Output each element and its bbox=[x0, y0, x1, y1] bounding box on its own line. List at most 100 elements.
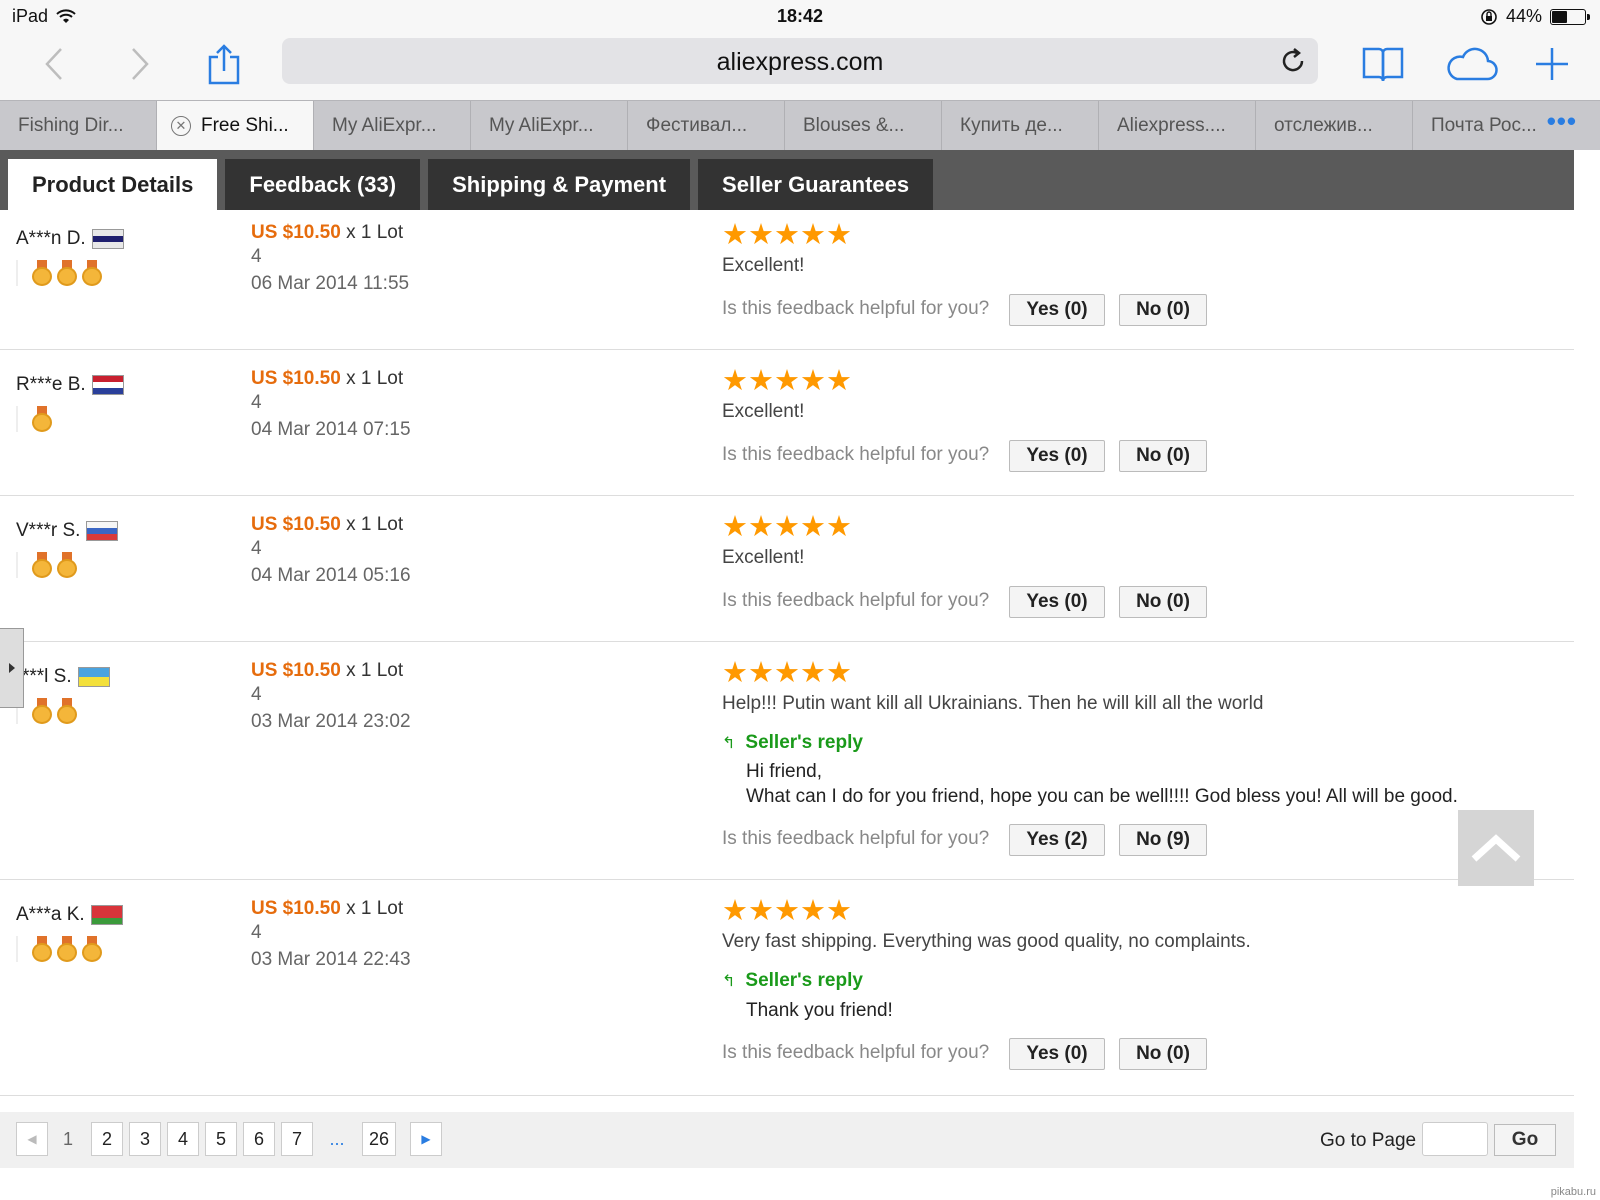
medal-icon bbox=[82, 936, 102, 962]
seller-reply-line: Thank you friend! bbox=[746, 1000, 893, 1021]
forward-button[interactable] bbox=[112, 38, 168, 90]
browser-toolbar: aliexpress.com bbox=[0, 32, 1600, 100]
vote-no-button[interactable]: No (0) bbox=[1119, 1038, 1207, 1070]
vote-no-button[interactable]: No (0) bbox=[1119, 586, 1207, 618]
page-link[interactable]: 2 bbox=[91, 1122, 123, 1156]
reply-arrow-icon: ↰ bbox=[722, 735, 736, 752]
goto-page-input[interactable] bbox=[1422, 1122, 1488, 1156]
new-tab-button[interactable] bbox=[1524, 38, 1580, 90]
browser-tab[interactable]: Blouses &... bbox=[785, 101, 942, 151]
helpful-question: Is this feedback helpful for you? bbox=[722, 590, 990, 611]
tab-label: отслежив... bbox=[1274, 115, 1373, 136]
reload-icon[interactable] bbox=[1278, 46, 1308, 76]
book-icon bbox=[1362, 47, 1404, 82]
next-page-button[interactable]: ▶ bbox=[410, 1122, 442, 1156]
order-price: US $10.50 x 1 Lot bbox=[251, 222, 403, 244]
go-button[interactable]: Go bbox=[1494, 1124, 1556, 1156]
chevron-left-icon bbox=[45, 48, 62, 80]
product-tabs: Product Details Feedback (33) Shipping &… bbox=[0, 150, 1574, 210]
helpful-question: Is this feedback helpful for you? bbox=[722, 828, 990, 849]
browser-tab[interactable]: My AliExpr... bbox=[471, 101, 628, 151]
orientation-lock-icon bbox=[1481, 8, 1497, 25]
vote-yes-button[interactable]: Yes (2) bbox=[1009, 824, 1105, 856]
browser-tab[interactable]: Fishing Dir... bbox=[0, 101, 157, 151]
vote-no-button[interactable]: No (9) bbox=[1119, 824, 1207, 856]
buyer-name: ***l S. bbox=[22, 666, 110, 688]
bookmarks-button[interactable] bbox=[1355, 38, 1411, 90]
vote-no-button[interactable]: No (0) bbox=[1119, 294, 1207, 326]
buyer-medals bbox=[16, 698, 77, 724]
address-bar[interactable]: aliexpress.com bbox=[282, 38, 1318, 84]
order-price: US $10.50 x 1 Lot bbox=[251, 660, 403, 682]
seller-reply-title: ↰ Seller's reply bbox=[722, 970, 863, 992]
vote-no-button[interactable]: No (0) bbox=[1119, 440, 1207, 472]
share-icon bbox=[208, 44, 240, 85]
order-price: US $10.50 x 1 Lot bbox=[251, 514, 403, 536]
buyer-label: R***e B. bbox=[16, 374, 86, 395]
browser-tab-active[interactable]: ✕ Free Shi... bbox=[157, 101, 314, 151]
browser-tab[interactable]: Купить де... bbox=[942, 101, 1099, 151]
rating-stars: ★★★★★ bbox=[722, 657, 852, 689]
prev-page-button[interactable]: ◀ bbox=[16, 1122, 48, 1156]
page-link[interactable]: 3 bbox=[129, 1122, 161, 1156]
cloud-icon bbox=[1447, 47, 1498, 81]
flag-icon bbox=[91, 229, 124, 249]
close-tab-icon[interactable]: ✕ bbox=[171, 116, 191, 136]
vote-yes-button[interactable]: Yes (0) bbox=[1009, 294, 1105, 326]
price-value: US $10.50 bbox=[251, 898, 341, 919]
medal-icon bbox=[32, 260, 52, 286]
flag-icon bbox=[91, 375, 124, 395]
icloud-tabs-button[interactable] bbox=[1443, 38, 1499, 90]
feedback-item: A***n D. US $10.50 x 1 Lot 4 06 Mar 2014… bbox=[0, 210, 1574, 350]
page-link[interactable]: 7 bbox=[281, 1122, 313, 1156]
back-to-top-button[interactable] bbox=[1458, 810, 1534, 886]
status-bar: iPad 18:42 44% bbox=[0, 0, 1600, 32]
page-link[interactable]: 26 bbox=[362, 1122, 397, 1156]
tab-shipping-payment[interactable]: Shipping & Payment bbox=[428, 159, 691, 210]
vote-yes-button[interactable]: Yes (0) bbox=[1009, 1038, 1105, 1070]
more-tabs-icon[interactable]: ••• bbox=[1547, 108, 1577, 134]
seller-reply-line: What can I do for you friend, hope you c… bbox=[746, 786, 1458, 807]
caret-right-icon bbox=[8, 663, 15, 673]
tab-product-details[interactable]: Product Details bbox=[8, 159, 218, 210]
browser-tab[interactable]: Aliexpress.... bbox=[1099, 101, 1256, 151]
browser-tab[interactable]: My AliExpr... bbox=[314, 101, 471, 151]
tab-feedback[interactable]: Feedback (33) bbox=[225, 159, 421, 210]
buyer-name: A***n D. bbox=[16, 228, 124, 250]
feedback-date: 03 Mar 2014 22:43 bbox=[251, 949, 411, 970]
browser-tab[interactable]: Почта Рос... ••• bbox=[1413, 101, 1583, 151]
price-value: US $10.50 bbox=[251, 222, 341, 243]
buyer-label: A***n D. bbox=[16, 228, 86, 249]
page-link[interactable]: 4 bbox=[167, 1122, 199, 1156]
reply-arrow-icon: ↰ bbox=[722, 973, 736, 990]
medal-icon bbox=[57, 552, 77, 578]
url-text: aliexpress.com bbox=[716, 48, 884, 76]
side-panel-handle[interactable] bbox=[0, 628, 24, 708]
buyer-medals bbox=[16, 406, 52, 432]
page-ellipsis: ... bbox=[329, 1128, 345, 1149]
tab-seller-guarantees[interactable]: Seller Guarantees bbox=[698, 159, 934, 210]
price-value: US $10.50 bbox=[251, 514, 341, 535]
medal-icon bbox=[32, 698, 52, 724]
rating-stars: ★★★★★ bbox=[722, 219, 852, 251]
back-button[interactable] bbox=[26, 38, 82, 90]
price-unit: x 1 Lot bbox=[346, 368, 404, 389]
flag-icon bbox=[77, 667, 110, 687]
seller-reply-label: Seller's reply bbox=[745, 970, 863, 991]
order-quantity: 4 bbox=[251, 392, 262, 413]
buyer-medals bbox=[16, 936, 102, 962]
share-button[interactable] bbox=[196, 38, 252, 90]
flag-icon bbox=[90, 905, 123, 925]
flag-icon bbox=[86, 521, 119, 541]
browser-tab[interactable]: Фестивал... bbox=[628, 101, 785, 151]
medal-icon bbox=[82, 260, 102, 286]
tab-label: My AliExpr... bbox=[489, 115, 594, 136]
page-link[interactable]: 6 bbox=[243, 1122, 275, 1156]
seller-reply-label: Seller's reply bbox=[745, 732, 863, 753]
tab-label: My AliExpr... bbox=[332, 115, 437, 136]
vote-yes-button[interactable]: Yes (0) bbox=[1009, 440, 1105, 472]
browser-tab[interactable]: отслежив... bbox=[1256, 101, 1413, 151]
vote-yes-button[interactable]: Yes (0) bbox=[1009, 586, 1105, 618]
feedback-item: R***e B. US $10.50 x 1 Lot 4 04 Mar 2014… bbox=[0, 350, 1574, 496]
page-link[interactable]: 5 bbox=[205, 1122, 237, 1156]
